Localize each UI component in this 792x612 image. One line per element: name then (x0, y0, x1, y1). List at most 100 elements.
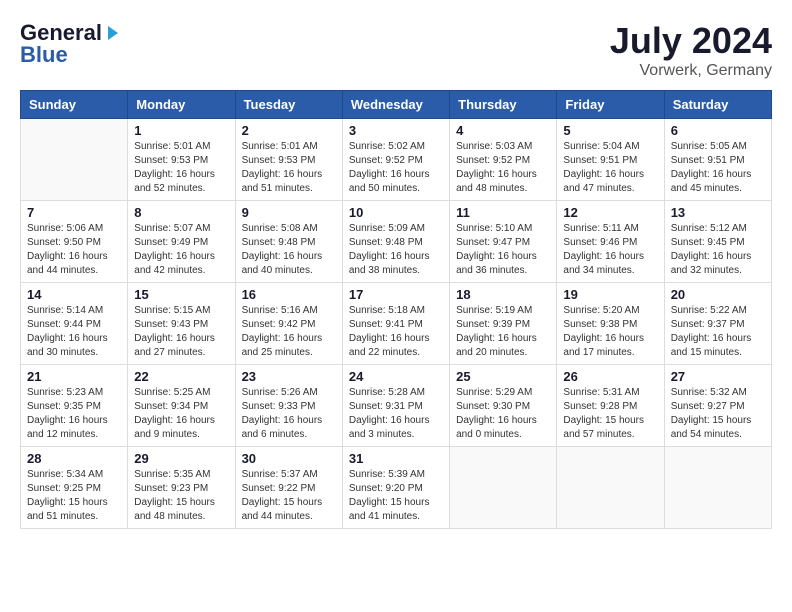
calendar-day-cell: 4 Sunrise: 5:03 AM Sunset: 9:52 PM Dayli… (450, 119, 557, 201)
day-number: 18 (456, 287, 550, 302)
day-info: Sunrise: 5:16 AM Sunset: 9:42 PM Dayligh… (242, 304, 336, 360)
day-number: 3 (349, 123, 443, 138)
calendar-day-cell: 1 Sunrise: 5:01 AM Sunset: 9:53 PM Dayli… (128, 119, 235, 201)
calendar-day-cell: 8 Sunrise: 5:07 AM Sunset: 9:49 PM Dayli… (128, 201, 235, 283)
page-header: General Blue July 2024 Vorwerk, Germany (20, 20, 772, 80)
header-monday: Monday (128, 91, 235, 119)
day-number: 1 (134, 123, 228, 138)
day-number: 15 (134, 287, 228, 302)
day-info: Sunrise: 5:11 AM Sunset: 9:46 PM Dayligh… (563, 222, 657, 278)
logo-blue: Blue (20, 42, 68, 68)
calendar-day-cell: 31 Sunrise: 5:39 AM Sunset: 9:20 PM Dayl… (342, 447, 449, 529)
day-info: Sunrise: 5:18 AM Sunset: 9:41 PM Dayligh… (349, 304, 443, 360)
day-info: Sunrise: 5:35 AM Sunset: 9:23 PM Dayligh… (134, 468, 228, 524)
day-number: 13 (671, 205, 765, 220)
day-info: Sunrise: 5:34 AM Sunset: 9:25 PM Dayligh… (27, 468, 121, 524)
calendar-header-row: Sunday Monday Tuesday Wednesday Thursday… (21, 91, 772, 119)
calendar-day-cell: 19 Sunrise: 5:20 AM Sunset: 9:38 PM Dayl… (557, 283, 664, 365)
calendar-day-cell: 27 Sunrise: 5:32 AM Sunset: 9:27 PM Dayl… (664, 365, 771, 447)
calendar-day-cell: 12 Sunrise: 5:11 AM Sunset: 9:46 PM Dayl… (557, 201, 664, 283)
calendar-week-row: 7 Sunrise: 5:06 AM Sunset: 9:50 PM Dayli… (21, 201, 772, 283)
day-info: Sunrise: 5:23 AM Sunset: 9:35 PM Dayligh… (27, 386, 121, 442)
day-number: 20 (671, 287, 765, 302)
day-info: Sunrise: 5:03 AM Sunset: 9:52 PM Dayligh… (456, 140, 550, 196)
calendar-day-cell: 7 Sunrise: 5:06 AM Sunset: 9:50 PM Dayli… (21, 201, 128, 283)
day-number: 9 (242, 205, 336, 220)
day-info: Sunrise: 5:25 AM Sunset: 9:34 PM Dayligh… (134, 386, 228, 442)
calendar-week-row: 14 Sunrise: 5:14 AM Sunset: 9:44 PM Dayl… (21, 283, 772, 365)
day-info: Sunrise: 5:26 AM Sunset: 9:33 PM Dayligh… (242, 386, 336, 442)
calendar-day-cell: 24 Sunrise: 5:28 AM Sunset: 9:31 PM Dayl… (342, 365, 449, 447)
day-info: Sunrise: 5:01 AM Sunset: 9:53 PM Dayligh… (134, 140, 228, 196)
day-number: 10 (349, 205, 443, 220)
logo: General Blue (20, 20, 122, 68)
calendar-day-cell: 2 Sunrise: 5:01 AM Sunset: 9:53 PM Dayli… (235, 119, 342, 201)
day-number: 17 (349, 287, 443, 302)
calendar-day-cell (450, 447, 557, 529)
calendar-day-cell (21, 119, 128, 201)
calendar-week-row: 1 Sunrise: 5:01 AM Sunset: 9:53 PM Dayli… (21, 119, 772, 201)
day-info: Sunrise: 5:01 AM Sunset: 9:53 PM Dayligh… (242, 140, 336, 196)
day-info: Sunrise: 5:07 AM Sunset: 9:49 PM Dayligh… (134, 222, 228, 278)
day-number: 21 (27, 369, 121, 384)
calendar-day-cell: 16 Sunrise: 5:16 AM Sunset: 9:42 PM Dayl… (235, 283, 342, 365)
calendar-day-cell: 5 Sunrise: 5:04 AM Sunset: 9:51 PM Dayli… (557, 119, 664, 201)
day-number: 4 (456, 123, 550, 138)
header-saturday: Saturday (664, 91, 771, 119)
day-number: 6 (671, 123, 765, 138)
day-info: Sunrise: 5:08 AM Sunset: 9:48 PM Dayligh… (242, 222, 336, 278)
day-info: Sunrise: 5:15 AM Sunset: 9:43 PM Dayligh… (134, 304, 228, 360)
day-info: Sunrise: 5:37 AM Sunset: 9:22 PM Dayligh… (242, 468, 336, 524)
day-info: Sunrise: 5:29 AM Sunset: 9:30 PM Dayligh… (456, 386, 550, 442)
day-number: 26 (563, 369, 657, 384)
calendar-table: Sunday Monday Tuesday Wednesday Thursday… (20, 90, 772, 529)
day-number: 8 (134, 205, 228, 220)
day-number: 5 (563, 123, 657, 138)
day-info: Sunrise: 5:05 AM Sunset: 9:51 PM Dayligh… (671, 140, 765, 196)
day-info: Sunrise: 5:09 AM Sunset: 9:48 PM Dayligh… (349, 222, 443, 278)
day-number: 28 (27, 451, 121, 466)
calendar-day-cell: 28 Sunrise: 5:34 AM Sunset: 9:25 PM Dayl… (21, 447, 128, 529)
day-number: 24 (349, 369, 443, 384)
calendar-day-cell: 9 Sunrise: 5:08 AM Sunset: 9:48 PM Dayli… (235, 201, 342, 283)
calendar-week-row: 28 Sunrise: 5:34 AM Sunset: 9:25 PM Dayl… (21, 447, 772, 529)
logo-arrow-icon (104, 24, 122, 42)
day-number: 11 (456, 205, 550, 220)
calendar-day-cell: 14 Sunrise: 5:14 AM Sunset: 9:44 PM Dayl… (21, 283, 128, 365)
calendar-day-cell: 26 Sunrise: 5:31 AM Sunset: 9:28 PM Dayl… (557, 365, 664, 447)
calendar-day-cell: 3 Sunrise: 5:02 AM Sunset: 9:52 PM Dayli… (342, 119, 449, 201)
day-info: Sunrise: 5:28 AM Sunset: 9:31 PM Dayligh… (349, 386, 443, 442)
calendar-day-cell: 30 Sunrise: 5:37 AM Sunset: 9:22 PM Dayl… (235, 447, 342, 529)
calendar-day-cell: 21 Sunrise: 5:23 AM Sunset: 9:35 PM Dayl… (21, 365, 128, 447)
day-info: Sunrise: 5:14 AM Sunset: 9:44 PM Dayligh… (27, 304, 121, 360)
calendar-day-cell (664, 447, 771, 529)
calendar-day-cell: 22 Sunrise: 5:25 AM Sunset: 9:34 PM Dayl… (128, 365, 235, 447)
calendar-day-cell: 20 Sunrise: 5:22 AM Sunset: 9:37 PM Dayl… (664, 283, 771, 365)
calendar-day-cell: 15 Sunrise: 5:15 AM Sunset: 9:43 PM Dayl… (128, 283, 235, 365)
day-number: 29 (134, 451, 228, 466)
day-info: Sunrise: 5:31 AM Sunset: 9:28 PM Dayligh… (563, 386, 657, 442)
day-number: 22 (134, 369, 228, 384)
day-info: Sunrise: 5:19 AM Sunset: 9:39 PM Dayligh… (456, 304, 550, 360)
calendar-day-cell: 6 Sunrise: 5:05 AM Sunset: 9:51 PM Dayli… (664, 119, 771, 201)
day-number: 23 (242, 369, 336, 384)
calendar-day-cell: 29 Sunrise: 5:35 AM Sunset: 9:23 PM Dayl… (128, 447, 235, 529)
month-year-title: July 2024 (610, 20, 772, 62)
calendar-day-cell: 13 Sunrise: 5:12 AM Sunset: 9:45 PM Dayl… (664, 201, 771, 283)
day-info: Sunrise: 5:12 AM Sunset: 9:45 PM Dayligh… (671, 222, 765, 278)
calendar-day-cell: 25 Sunrise: 5:29 AM Sunset: 9:30 PM Dayl… (450, 365, 557, 447)
title-area: July 2024 Vorwerk, Germany (610, 20, 772, 80)
calendar-day-cell: 23 Sunrise: 5:26 AM Sunset: 9:33 PM Dayl… (235, 365, 342, 447)
day-number: 27 (671, 369, 765, 384)
day-number: 14 (27, 287, 121, 302)
day-number: 19 (563, 287, 657, 302)
day-number: 31 (349, 451, 443, 466)
calendar-day-cell (557, 447, 664, 529)
location-subtitle: Vorwerk, Germany (610, 62, 772, 80)
day-info: Sunrise: 5:22 AM Sunset: 9:37 PM Dayligh… (671, 304, 765, 360)
day-number: 2 (242, 123, 336, 138)
day-number: 30 (242, 451, 336, 466)
day-info: Sunrise: 5:06 AM Sunset: 9:50 PM Dayligh… (27, 222, 121, 278)
day-number: 25 (456, 369, 550, 384)
calendar-week-row: 21 Sunrise: 5:23 AM Sunset: 9:35 PM Dayl… (21, 365, 772, 447)
